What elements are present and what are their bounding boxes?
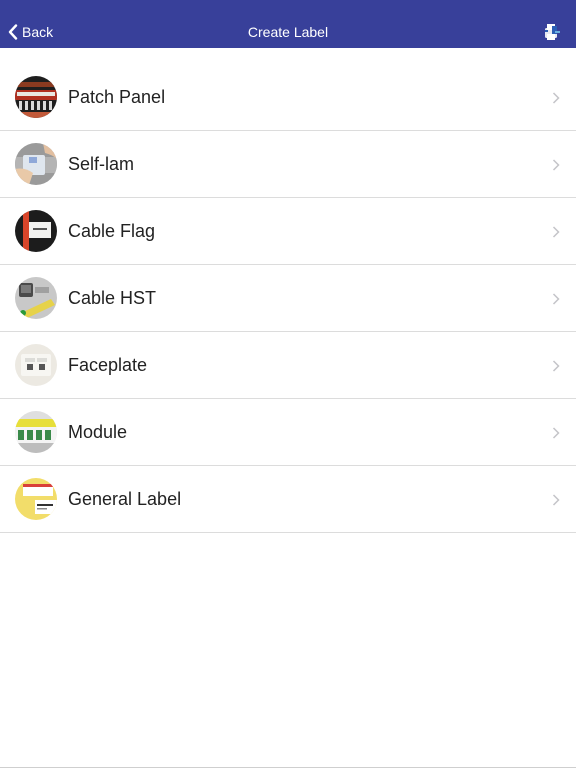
list-item-label: Cable Flag [68,221,156,241]
navigation-bar: Back Create Label [0,0,576,48]
list-item-label: General Label [68,489,182,509]
module-thumbnail [15,411,57,453]
label-type-list: Patch Panel Self-lam Cable Flag Cable HS… [0,64,576,533]
list-item-cable-flag[interactable]: Cable Flag [0,198,576,265]
chevron-right-icon [552,225,560,238]
list-item-label: Module [68,422,128,442]
chevron-right-icon [552,426,560,439]
list-item-label: Patch Panel [68,87,166,107]
chevron-right-icon [552,91,560,104]
list-item-faceplate[interactable]: Faceplate [0,332,576,399]
list-item-label: Faceplate [68,355,148,375]
printer-icon [542,24,562,46]
list-item-module[interactable]: Module [0,399,576,466]
faceplate-thumbnail [15,344,57,386]
create-label-screen: Back Create Label Patch Panel Self-lam C… [0,0,576,768]
list-item-self-lam[interactable]: Self-lam [0,131,576,198]
chevron-right-icon [552,493,560,506]
cable-hst-thumbnail [15,277,57,319]
chevron-right-icon [552,359,560,372]
patch-panel-thumbnail [15,76,57,118]
page-title: Create Label [247,24,329,40]
printer-button[interactable] [542,22,562,42]
list-item-patch-panel[interactable]: Patch Panel [0,64,576,131]
list-item-label: Self-lam [68,154,135,174]
chevron-right-icon [552,292,560,305]
cable-flag-thumbnail [15,210,57,252]
self-lam-thumbnail [15,143,57,185]
chevron-right-icon [552,158,560,171]
list-item-label: Cable HST [68,288,157,308]
general-label-thumbnail [15,478,57,520]
list-item-cable-hst[interactable]: Cable HST [0,265,576,332]
list-item-general-label[interactable]: General Label [0,466,576,533]
